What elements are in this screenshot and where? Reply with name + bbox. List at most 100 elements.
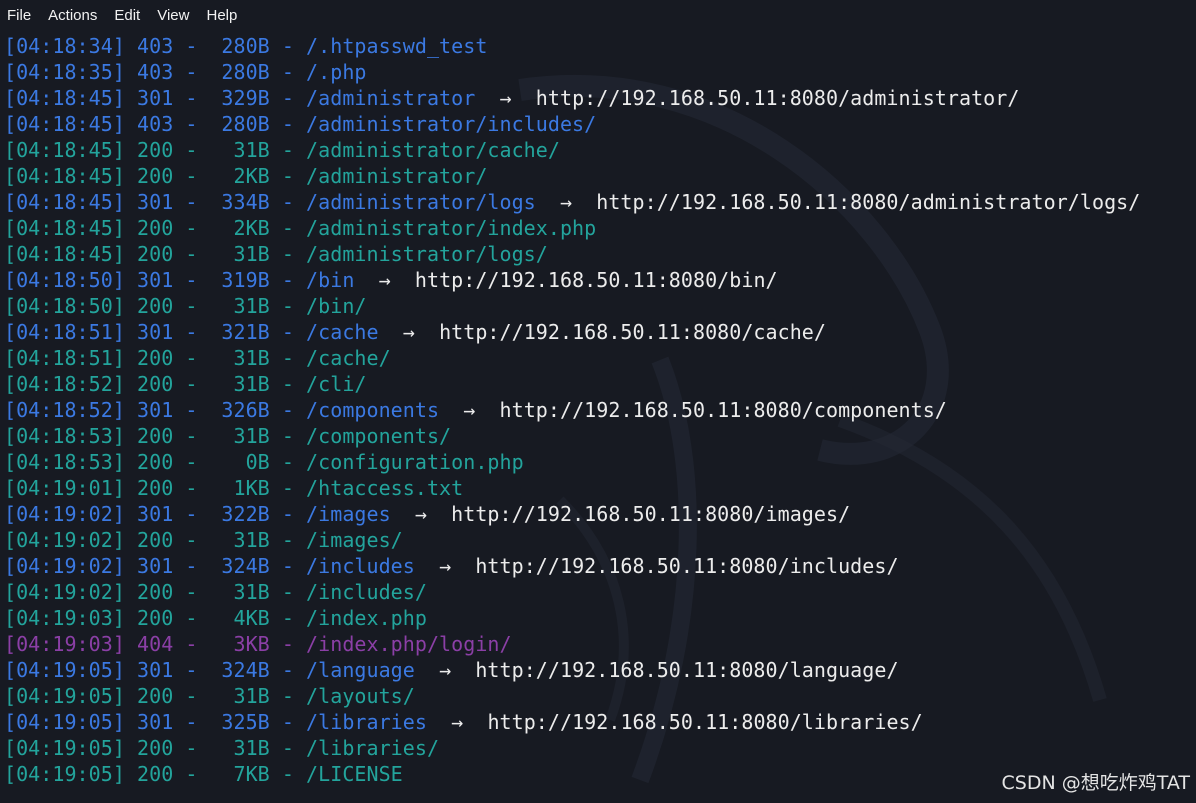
menu-file[interactable]: File bbox=[0, 0, 40, 32]
log-time: [04:19:05] bbox=[4, 736, 125, 760]
terminal-output[interactable]: [04:18:34] 403 - 280B - /.htpasswd_test[… bbox=[4, 33, 1194, 803]
log-path: /.htpasswd_test bbox=[306, 34, 488, 58]
log-time: [04:19:03] bbox=[4, 606, 125, 630]
log-line: [04:19:02] 301 - 324B - /includes → http… bbox=[4, 554, 899, 578]
log-line: [04:19:02] 200 - 31B - /includes/ bbox=[4, 580, 427, 604]
log-path: /libraries bbox=[306, 710, 427, 734]
log-path: /.php bbox=[306, 60, 367, 84]
log-time: [04:18:35] bbox=[4, 60, 125, 84]
log-redirect-url: http://192.168.50.11:8080/images/ bbox=[451, 502, 851, 526]
log-status: 200 bbox=[137, 346, 174, 370]
log-size: 31B bbox=[233, 528, 270, 552]
log-size: 31B bbox=[233, 346, 270, 370]
redirect-arrow: → bbox=[499, 86, 512, 110]
log-path: /administrator/cache/ bbox=[306, 138, 560, 162]
log-line: [04:18:45] 301 - 329B - /administrator →… bbox=[4, 86, 1020, 110]
log-redirect-url: http://192.168.50.11:8080/components/ bbox=[499, 398, 947, 422]
log-status: 404 bbox=[137, 632, 174, 656]
log-status: 301 bbox=[137, 710, 174, 734]
log-path: /includes/ bbox=[306, 580, 427, 604]
log-status: 301 bbox=[137, 554, 174, 578]
log-path: /administrator/logs bbox=[306, 190, 536, 214]
log-size: 2KB bbox=[233, 164, 270, 188]
log-size: 2KB bbox=[233, 216, 270, 240]
log-line: [04:18:45] 200 - 2KB - /administrator/ bbox=[4, 164, 488, 188]
log-line: [04:18:34] 403 - 280B - /.htpasswd_test bbox=[4, 34, 488, 58]
log-size: 7KB bbox=[233, 762, 270, 786]
log-path: /LICENSE bbox=[306, 762, 403, 786]
menu-edit[interactable]: Edit bbox=[106, 0, 149, 32]
log-path: /cache/ bbox=[306, 346, 391, 370]
log-redirect-url: http://192.168.50.11:8080/includes/ bbox=[475, 554, 899, 578]
log-line: [04:19:03] 200 - 4KB - /index.php bbox=[4, 606, 427, 630]
log-status: 403 bbox=[137, 34, 174, 58]
log-line: [04:18:45] 200 - 31B - /administrator/lo… bbox=[4, 242, 548, 266]
log-redirect-url: http://192.168.50.11:8080/bin/ bbox=[414, 268, 778, 292]
log-status: 200 bbox=[137, 372, 174, 396]
log-size: 280B bbox=[221, 112, 270, 136]
log-status: 301 bbox=[137, 398, 174, 422]
log-path: /components bbox=[306, 398, 440, 422]
log-time: [04:19:02] bbox=[4, 502, 125, 526]
log-status: 301 bbox=[137, 268, 174, 292]
log-line: [04:19:05] 301 - 325B - /libraries → htt… bbox=[4, 710, 923, 734]
log-size: 334B bbox=[221, 190, 270, 214]
log-status: 301 bbox=[137, 502, 174, 526]
redirect-arrow: → bbox=[439, 658, 452, 682]
log-line: [04:19:05] 301 - 324B - /language → http… bbox=[4, 658, 899, 682]
log-line: [04:18:35] 403 - 280B - /.php bbox=[4, 60, 367, 84]
log-size: 324B bbox=[221, 658, 270, 682]
log-time: [04:18:45] bbox=[4, 138, 125, 162]
log-size: 31B bbox=[233, 736, 270, 760]
log-path: /administrator bbox=[306, 86, 476, 110]
menu-actions[interactable]: Actions bbox=[40, 0, 106, 32]
log-path: /htaccess.txt bbox=[306, 476, 464, 500]
log-size: 322B bbox=[221, 502, 270, 526]
log-size: 31B bbox=[233, 294, 270, 318]
log-size: 326B bbox=[221, 398, 270, 422]
log-size: 280B bbox=[221, 34, 270, 58]
log-time: [04:18:51] bbox=[4, 320, 125, 344]
log-status: 200 bbox=[137, 294, 174, 318]
menu-view[interactable]: View bbox=[149, 0, 198, 32]
log-status: 200 bbox=[137, 528, 174, 552]
menu-help[interactable]: Help bbox=[198, 0, 246, 32]
log-redirect-url: http://192.168.50.11:8080/libraries/ bbox=[487, 710, 923, 734]
log-path: /includes bbox=[306, 554, 415, 578]
log-line: [04:19:02] 301 - 322B - /images → http:/… bbox=[4, 502, 851, 526]
log-status: 301 bbox=[137, 86, 174, 110]
log-path: /language bbox=[306, 658, 415, 682]
log-size: 31B bbox=[233, 372, 270, 396]
log-time: [04:19:01] bbox=[4, 476, 125, 500]
log-status: 200 bbox=[137, 138, 174, 162]
log-time: [04:18:52] bbox=[4, 372, 125, 396]
csdn-watermark: CSDN @想吃炸鸡TAT bbox=[1001, 772, 1190, 794]
log-path: /cache bbox=[306, 320, 379, 344]
log-time: [04:18:45] bbox=[4, 190, 125, 214]
log-status: 301 bbox=[137, 320, 174, 344]
log-line: [04:18:45] 200 - 2KB - /administrator/in… bbox=[4, 216, 597, 240]
log-size: 3KB bbox=[233, 632, 270, 656]
log-status: 403 bbox=[137, 60, 174, 84]
log-time: [04:19:05] bbox=[4, 762, 125, 786]
log-path: /bin bbox=[306, 268, 355, 292]
log-size: 0B bbox=[245, 450, 270, 474]
redirect-arrow: → bbox=[402, 320, 415, 344]
log-path: /cli/ bbox=[306, 372, 367, 396]
log-time: [04:18:50] bbox=[4, 268, 125, 292]
log-line: [04:19:03] 404 - 3KB - /index.php/login/ bbox=[4, 632, 512, 656]
log-time: [04:19:05] bbox=[4, 658, 125, 682]
log-time: [04:18:52] bbox=[4, 398, 125, 422]
log-time: [04:19:02] bbox=[4, 554, 125, 578]
log-time: [04:18:34] bbox=[4, 34, 125, 58]
log-path: /layouts/ bbox=[306, 684, 415, 708]
log-line: [04:18:50] 200 - 31B - /bin/ bbox=[4, 294, 367, 318]
log-status: 200 bbox=[137, 736, 174, 760]
log-size: 31B bbox=[233, 242, 270, 266]
log-path: /libraries/ bbox=[306, 736, 440, 760]
log-size: 325B bbox=[221, 710, 270, 734]
log-status: 200 bbox=[137, 476, 174, 500]
log-status: 200 bbox=[137, 424, 174, 448]
log-status: 200 bbox=[137, 762, 174, 786]
log-time: [04:18:45] bbox=[4, 164, 125, 188]
